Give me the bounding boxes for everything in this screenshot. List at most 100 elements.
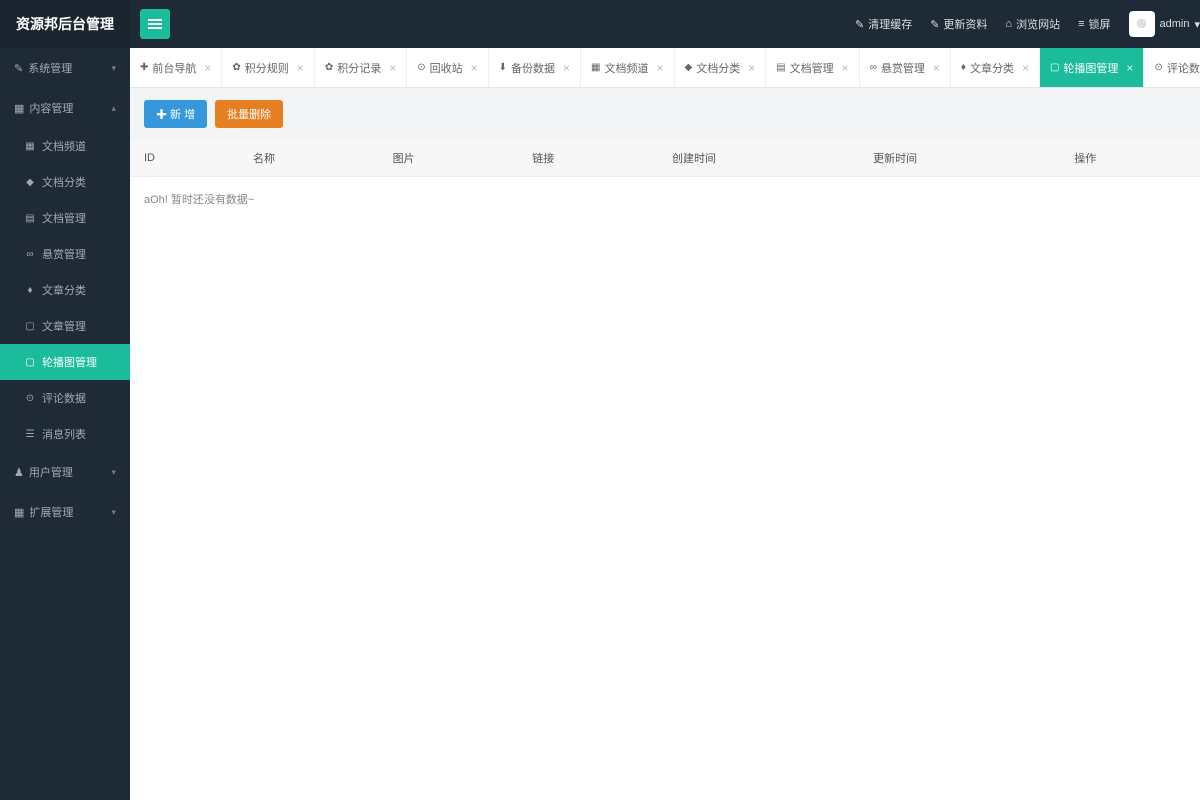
item-label: 评论数据: [42, 390, 86, 406]
user-name: admin: [1160, 18, 1190, 30]
close-icon[interactable]: ×: [297, 61, 304, 75]
brand-title: 资源邦后台管理: [0, 0, 130, 48]
tab-icon: ▢: [1050, 62, 1059, 73]
sidebar-item[interactable]: ▢轮播图管理: [0, 344, 130, 380]
tab[interactable]: ∞悬赏管理×: [860, 48, 951, 87]
tab[interactable]: ✿积分规则×: [222, 48, 314, 87]
sidebar-item[interactable]: ♦文章分类: [0, 272, 130, 308]
tab-label: 文章分类: [970, 60, 1014, 76]
tab-icon: ⬇: [499, 62, 507, 73]
chevron-down-icon: ▾: [1194, 18, 1200, 31]
tab-label: 前台导航: [152, 60, 196, 76]
sidebar-section-head[interactable]: ▦扩展管理▾: [0, 492, 130, 532]
tab-icon: ▤: [776, 62, 785, 73]
close-icon[interactable]: ×: [204, 61, 211, 75]
add-button[interactable]: ✚ 新 增: [144, 100, 207, 128]
sidebar-item[interactable]: ▤文档管理: [0, 200, 130, 236]
item-icon: ▢: [24, 321, 36, 332]
item-label: 文档频道: [42, 138, 86, 154]
section-icon: ♟: [14, 466, 24, 479]
close-icon[interactable]: ×: [656, 61, 663, 75]
sidebar-item[interactable]: ▦ 文档频道: [0, 128, 130, 164]
section-label: 用户管理: [29, 464, 73, 480]
user-menu[interactable]: ☻ admin ▾: [1129, 11, 1200, 37]
section-label: 系统管理: [28, 60, 72, 76]
section-icon: ▦: [14, 506, 24, 519]
empty-message: aOh! 暂时还没有数据~: [130, 177, 1200, 221]
tab[interactable]: ⊙回收站×: [407, 48, 488, 87]
tab-label: 文档频道: [604, 60, 648, 76]
action-icon: ✎: [855, 18, 864, 31]
close-icon[interactable]: ×: [1126, 61, 1133, 75]
sidebar-item[interactable]: ⊙ 评论数据: [0, 380, 130, 416]
sidebar-item[interactable]: ☰ 消息列表: [0, 416, 130, 452]
column-header: 操作: [1060, 140, 1200, 177]
action-label: 清理缓存: [868, 16, 912, 32]
close-icon[interactable]: ×: [1022, 61, 1029, 75]
action-label: 更新资料: [943, 16, 987, 32]
sidebar-section-head[interactable]: ▦ 内容管理 ▴: [0, 88, 130, 128]
item-icon: ▦: [24, 141, 36, 152]
tab[interactable]: ▤文档管理×: [766, 48, 859, 87]
tab-icon: ▦: [591, 62, 600, 73]
item-label: 文章管理: [42, 318, 86, 334]
chevron-icon: ▾: [111, 63, 116, 74]
sidebar-section-head[interactable]: ♟ 用户管理 ▾: [0, 452, 130, 492]
item-label: 悬赏管理: [42, 246, 86, 262]
batch-delete-button[interactable]: 批量删除: [215, 100, 283, 128]
avatar-icon: ☻: [1129, 11, 1155, 37]
tab-label: 评论数据: [1167, 60, 1200, 76]
item-label: 轮播图管理: [42, 354, 97, 370]
tab-icon: ✿: [232, 62, 240, 73]
tab-icon: ◆: [685, 62, 693, 73]
tab[interactable]: ⬇ 备份数据 ×: [489, 48, 581, 87]
chevron-icon: ▾: [111, 507, 116, 518]
tab[interactable]: ✿ 积分记录 ×: [315, 48, 407, 87]
item-label: 消息列表: [42, 426, 86, 442]
column-header: 创建时间: [658, 140, 859, 177]
tab-label: 积分记录: [337, 60, 381, 76]
tab-icon: ✿: [325, 62, 333, 73]
tab[interactable]: ⊙评论数据×: [1144, 48, 1200, 87]
item-icon: ☰: [24, 429, 36, 440]
column-header: 图片: [379, 140, 519, 177]
column-header: 名称: [239, 140, 379, 177]
item-icon: ♦: [24, 285, 36, 296]
tab[interactable]: ✚前台导航×: [130, 48, 222, 87]
column-header: 更新时间: [859, 140, 1060, 177]
tab-icon: ⊙: [1154, 62, 1162, 73]
section-label: 内容管理: [29, 100, 73, 116]
section-icon: ▦: [14, 102, 24, 115]
close-icon[interactable]: ×: [748, 61, 755, 75]
tab[interactable]: ▢轮播图管理×: [1040, 48, 1144, 87]
action-label: 浏览网站: [1016, 16, 1060, 32]
item-icon: ⊙: [24, 393, 36, 404]
tab[interactable]: ▦ 文档频道 ×: [581, 48, 674, 87]
header-action[interactable]: ⌂浏览网站: [1005, 16, 1060, 32]
section-icon: ✎: [14, 62, 23, 75]
header-action[interactable]: ≡锁屏: [1078, 16, 1110, 32]
item-icon: ◆: [24, 177, 36, 188]
close-icon[interactable]: ×: [389, 61, 396, 75]
chevron-icon: ▾: [111, 467, 116, 478]
close-icon[interactable]: ×: [471, 61, 478, 75]
sidebar-section-head[interactable]: ✎ 系统管理 ▾: [0, 48, 130, 88]
tab[interactable]: ◆文档分类×: [675, 48, 767, 87]
sidebar-item[interactable]: ▢ 文章管理: [0, 308, 130, 344]
tab-label: 悬赏管理: [881, 60, 925, 76]
sidebar-item[interactable]: ∞悬赏管理: [0, 236, 130, 272]
tab-label: 备份数据: [511, 60, 555, 76]
chevron-icon: ▴: [111, 103, 116, 114]
header-action[interactable]: ✎ 更新资料: [930, 16, 987, 32]
header-action[interactable]: ✎ 清理缓存: [855, 16, 912, 32]
close-icon[interactable]: ×: [842, 61, 849, 75]
sidebar-item[interactable]: ◆ 文档分类: [0, 164, 130, 200]
menu-toggle-button[interactable]: [140, 9, 170, 39]
tab-icon: ⊙: [417, 62, 425, 73]
item-label: 文档分类: [42, 174, 86, 190]
tab[interactable]: ♦ 文章分类 ×: [951, 48, 1040, 87]
close-icon[interactable]: ×: [563, 61, 570, 75]
close-icon[interactable]: ×: [933, 61, 940, 75]
tab-icon: ♦: [961, 62, 966, 73]
action-icon: ✎: [930, 18, 939, 31]
